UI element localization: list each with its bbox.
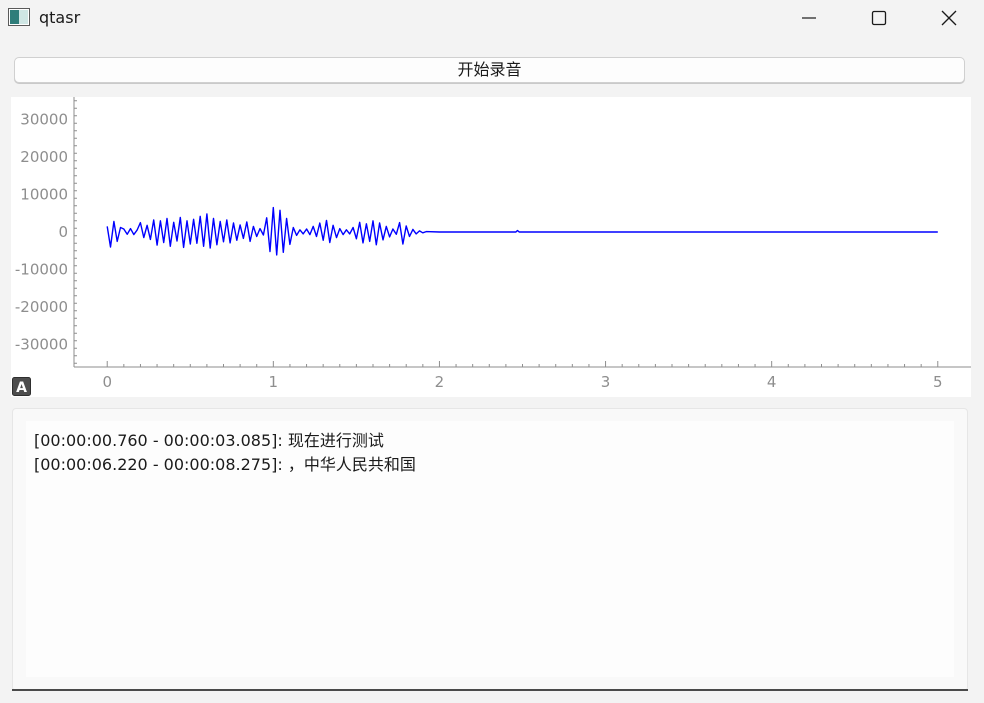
y-tick-label: 0	[58, 223, 68, 241]
x-tick-label: 2	[435, 373, 445, 391]
close-button[interactable]	[926, 0, 972, 36]
waveform-plot[interactable]: 0 1 2 3 4 5 30000 20000 10000 0 -10000 -20000 -30000	[11, 97, 971, 397]
result-timestamp: [00:00:00.760 - 00:00:03.085]	[34, 431, 278, 450]
x-tick-label: 1	[269, 373, 279, 391]
x-tick-label: 0	[102, 373, 112, 391]
recognition-results-panel: [00:00:00.760 - 00:00:03.085]: 现在进行测试 [0…	[12, 408, 968, 691]
waveform-chart: 0 1 2 3 4 5 30000 20000 10000 0 -10000 -20000 -30000	[15, 97, 971, 391]
app-icon	[8, 8, 30, 26]
result-text: : ，中华人民共和国	[277, 455, 416, 474]
y-tick-label: -30000	[15, 336, 68, 354]
result-timestamp: [00:00:06.220 - 00:00:08.275]	[34, 455, 278, 474]
close-icon	[941, 10, 957, 26]
y-tick-label: 10000	[20, 186, 68, 204]
waveform-series-line	[106, 206, 938, 256]
y-tick-label: -10000	[15, 261, 68, 279]
auto-range-label: A	[16, 380, 27, 396]
recognition-results-text[interactable]: [00:00:00.760 - 00:00:03.085]: 现在进行测试 [0…	[26, 421, 954, 677]
title-bar: qtasr	[0, 0, 984, 38]
minimize-button[interactable]	[786, 0, 832, 36]
y-tick-label: 20000	[20, 148, 68, 166]
y-tick-label: 30000	[20, 111, 68, 129]
y-tick-label: -20000	[15, 298, 68, 316]
status-divider	[12, 689, 968, 691]
maximize-icon	[871, 10, 887, 26]
window-title: qtasr	[39, 8, 81, 27]
x-tick-label: 5	[933, 373, 943, 391]
minimize-icon	[802, 17, 816, 19]
x-tick-label: 3	[601, 373, 611, 391]
x-tick-label: 4	[767, 373, 777, 391]
start-recording-button[interactable]: 开始录音	[14, 57, 965, 83]
result-line: [00:00:00.760 - 00:00:03.085]: 现在进行测试	[34, 430, 384, 452]
auto-range-button[interactable]: A	[12, 377, 31, 396]
maximize-button[interactable]	[856, 0, 902, 36]
result-text: : 现在进行测试	[277, 431, 384, 450]
result-line: [00:00:06.220 - 00:00:08.275]: ，中华人民共和国	[34, 454, 416, 476]
